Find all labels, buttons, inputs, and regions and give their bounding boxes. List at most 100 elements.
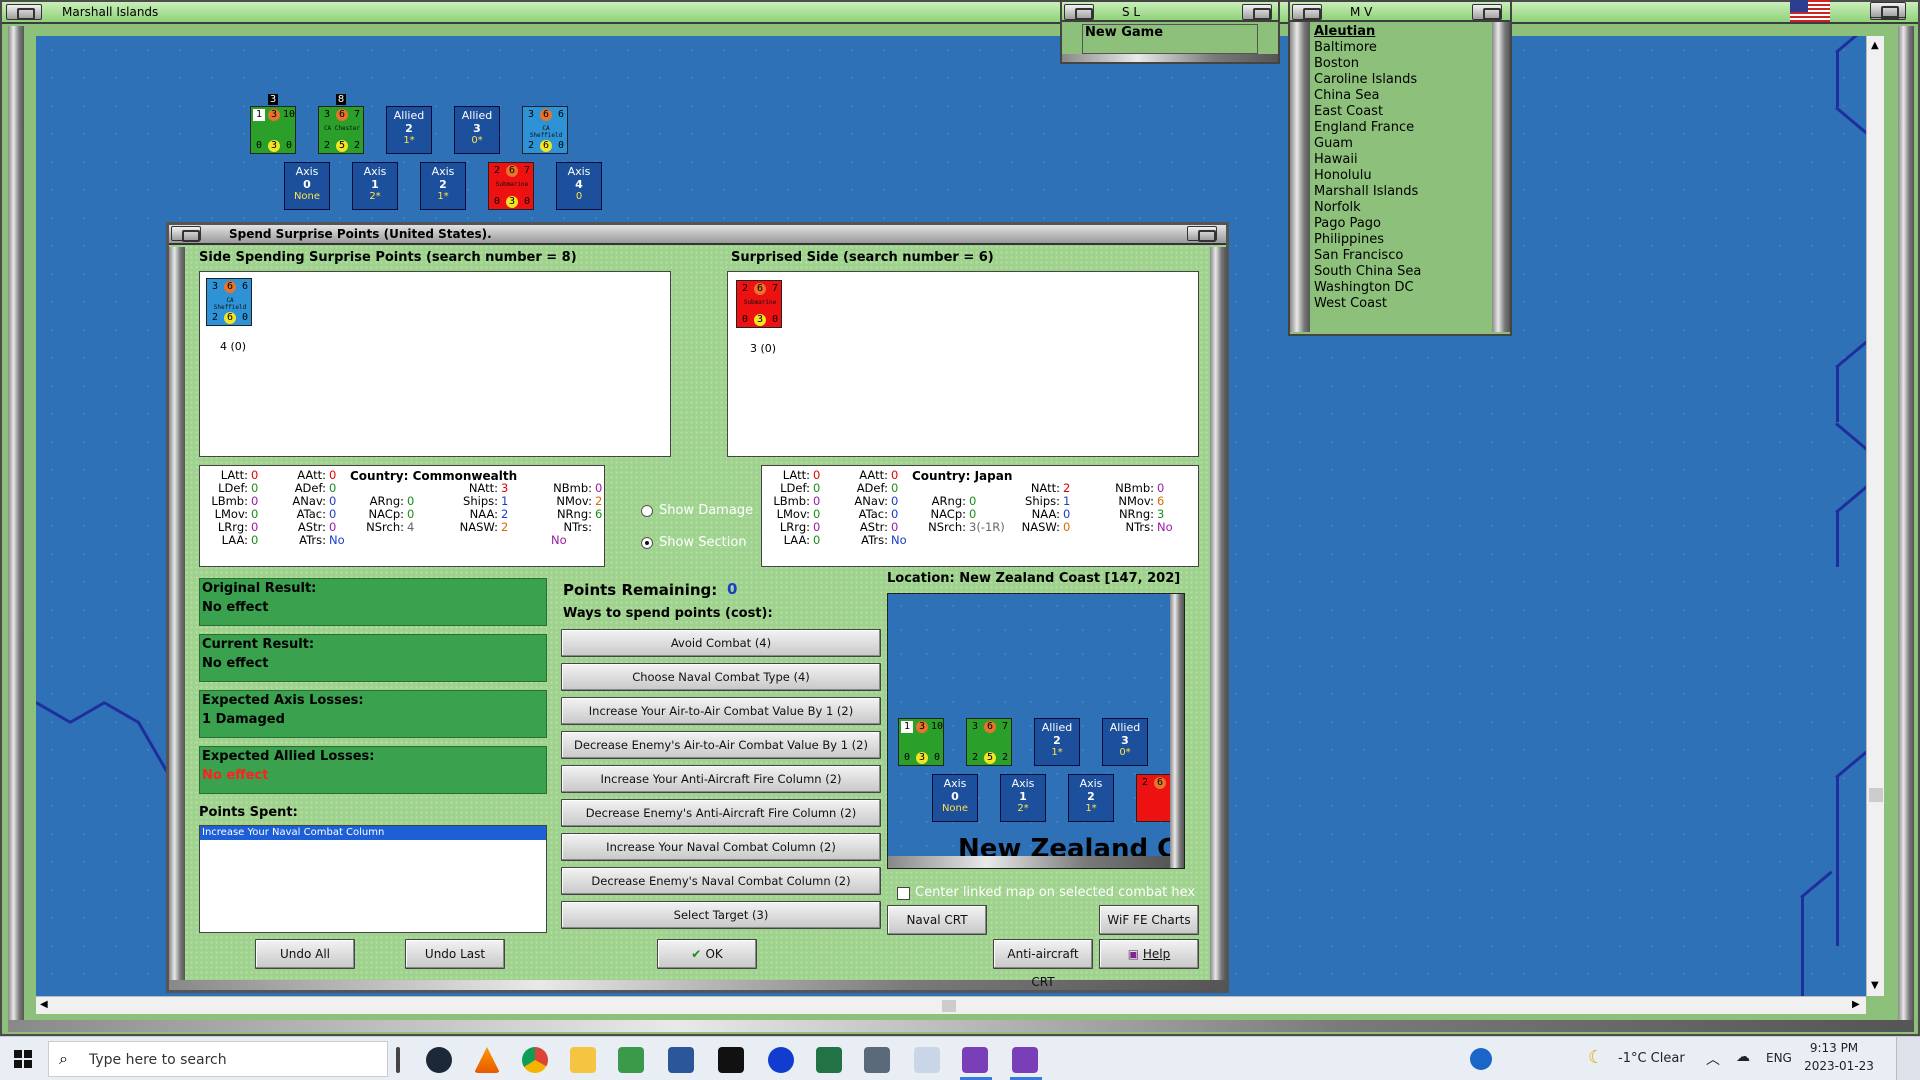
- mv-list-item[interactable]: Norfolk: [1312, 200, 1490, 216]
- help-tray-icon[interactable]: [1470, 1048, 1492, 1070]
- mini-map-box[interactable]: Axis 0 None: [932, 774, 978, 822]
- disney-plus-icon[interactable]: [768, 1047, 794, 1073]
- undo-all-button[interactable]: Undo All: [255, 939, 355, 969]
- center-linked-label[interactable]: Center linked map on selected combat hex: [915, 885, 1195, 900]
- map-restore-button[interactable]: [1870, 2, 1906, 18]
- map-counter-submarine[interactable]: 2 6 7 Submarine 0 3 0: [488, 162, 534, 210]
- mv-list-item[interactable]: Marshall Islands: [1312, 184, 1490, 200]
- unit-counter-ca-sheffield[interactable]: 3 6 6 CA Sheffield 2 6 0: [206, 278, 252, 326]
- mv-list-item[interactable]: South China Sea: [1312, 264, 1490, 280]
- sl-listbox[interactable]: New Game: [1082, 24, 1258, 54]
- spend-option-button[interactable]: Select Target (3): [561, 901, 881, 929]
- word-icon[interactable]: [668, 1047, 694, 1073]
- language-indicator[interactable]: ENG: [1766, 1051, 1792, 1065]
- unit-counter-submarine[interactable]: 2 6 7 Submarine 0 3 0: [736, 280, 782, 328]
- excel-icon[interactable]: [816, 1047, 842, 1073]
- mv-list-item[interactable]: East Coast: [1312, 104, 1490, 120]
- mini-map[interactable]: 1 3 10 0 3 0 3 6 7 2 5 2 Allied 2 1* Allie…: [887, 593, 1185, 869]
- sl-list-item[interactable]: New Game: [1083, 25, 1257, 41]
- clock-time[interactable]: 9:13 PM: [1804, 1041, 1864, 1055]
- weather-text[interactable]: -1°C Clear: [1618, 1051, 1685, 1066]
- help-button[interactable]: ▣ Help: [1099, 939, 1199, 969]
- clock-date[interactable]: 2023-01-23: [1804, 1059, 1874, 1073]
- undo-last-button[interactable]: Undo Last: [405, 939, 505, 969]
- map-counter-ca-sheffield[interactable]: 3 6 6 CA Sheffield 2 6 0: [522, 106, 568, 154]
- mini-map-box[interactable]: Allied 3 0*: [1102, 718, 1148, 766]
- steam-icon[interactable]: [426, 1047, 452, 1073]
- spend-option-button[interactable]: Increase Your Air-to-Air Combat Value By…: [561, 697, 881, 725]
- map-horizontal-scrollbar[interactable]: ◀ ▶: [36, 996, 1866, 1014]
- sl-close-button[interactable]: [1242, 4, 1272, 20]
- mini-map-counter[interactable]: 3 6 7 2 5 2: [966, 718, 1012, 766]
- mini-map-box[interactable]: Axis 2 1*: [1068, 774, 1114, 822]
- mv-system-button[interactable]: [1292, 4, 1322, 20]
- mv-list-item[interactable]: Pago Pago: [1312, 216, 1490, 232]
- scroll-thumb[interactable]: [1869, 788, 1883, 802]
- spend-option-button[interactable]: Increase Your Anti-Aircraft Fire Column …: [561, 765, 881, 793]
- windows-start-icon[interactable]: [14, 1050, 32, 1068]
- dialog-system-button[interactable]: [171, 226, 201, 242]
- mv-list-item[interactable]: China Sea: [1312, 88, 1490, 104]
- h-scroll-thumb[interactable]: [942, 1000, 956, 1012]
- map-allied-box-2[interactable]: Allied 2 1*: [386, 106, 432, 154]
- chevron-up-icon[interactable]: ︿: [1706, 1049, 1720, 1069]
- mini-map-box[interactable]: Axis 1 2*: [1000, 774, 1046, 822]
- spend-option-button[interactable]: Increase Your Naval Combat Column (2): [561, 833, 881, 861]
- map-system-button[interactable]: [6, 4, 42, 20]
- mv-list-item[interactable]: Hawaii: [1312, 152, 1490, 168]
- points-spent-list[interactable]: Increase Your Naval Combat Column: [199, 825, 547, 933]
- surprised-units-panel[interactable]: 2 6 7 Submarine 0 3 0 3 (0): [727, 271, 1199, 457]
- scroll-left-icon[interactable]: ◀: [40, 999, 48, 1010]
- show-section-label[interactable]: Show Section: [659, 535, 747, 550]
- wif-game-icon[interactable]: [962, 1047, 988, 1073]
- calculator-icon[interactable]: [864, 1047, 890, 1073]
- vlc-icon[interactable]: [474, 1047, 500, 1073]
- mini-map-vertical-scrollbar[interactable]: [1170, 594, 1184, 868]
- cloud-icon[interactable]: ☁: [1736, 1049, 1750, 1065]
- map-counter-unit-1[interactable]: 1 3 10 0 3 0: [250, 106, 296, 154]
- mini-map-horizontal-scrollbar[interactable]: [888, 856, 1170, 868]
- points-spent-item[interactable]: Increase Your Naval Combat Column: [200, 826, 546, 840]
- app-window-icon[interactable]: [914, 1047, 940, 1073]
- map-axis-box-1[interactable]: Axis 1 2*: [352, 162, 398, 210]
- show-damage-label[interactable]: Show Damage: [659, 503, 753, 518]
- show-section-radio[interactable]: [641, 537, 653, 549]
- mv-list-item[interactable]: Washington DC: [1312, 280, 1490, 296]
- scroll-down-icon[interactable]: ▼: [1871, 980, 1879, 991]
- spend-option-button[interactable]: Avoid Combat (4): [561, 629, 881, 657]
- mv-list-item[interactable]: Philippines: [1312, 232, 1490, 248]
- netflix-icon[interactable]: [718, 1047, 744, 1073]
- map-axis-box-2[interactable]: Axis 2 1*: [420, 162, 466, 210]
- mv-listbox[interactable]: Aleutian Baltimore Boston Caroline Islands C…: [1312, 24, 1490, 324]
- naval-crt-button[interactable]: Naval CRT: [887, 905, 987, 935]
- ok-button[interactable]: ✔ OK: [657, 939, 757, 969]
- dialog-close-button[interactable]: [1187, 226, 1217, 242]
- wif-game-icon-2[interactable]: [1012, 1047, 1038, 1073]
- notepad-icon[interactable]: [618, 1047, 644, 1073]
- mv-list-item[interactable]: England France: [1312, 120, 1490, 136]
- spend-option-button[interactable]: Choose Naval Combat Type (4): [561, 663, 881, 691]
- show-damage-radio[interactable]: [641, 505, 653, 517]
- mv-list-item[interactable]: West Coast: [1312, 296, 1490, 312]
- task-view-icon[interactable]: [396, 1047, 400, 1073]
- spend-option-button[interactable]: Decrease Enemy's Naval Combat Column (2): [561, 867, 881, 895]
- sl-system-button[interactable]: [1064, 4, 1094, 20]
- mv-list-item[interactable]: Honolulu: [1312, 168, 1490, 184]
- mv-close-button[interactable]: [1472, 4, 1502, 20]
- wif-fe-charts-button[interactable]: WiF FE Charts: [1099, 905, 1199, 935]
- mini-map-counter[interactable]: 1 3 10 0 3 0: [898, 718, 944, 766]
- mv-list-item[interactable]: Aleutian: [1312, 24, 1490, 40]
- anti-aircraft-crt-button[interactable]: Anti-aircraft CRT: [993, 939, 1093, 989]
- spend-option-button[interactable]: Decrease Enemy's Anti-Aircraft Fire Colu…: [561, 799, 881, 827]
- spend-option-button[interactable]: Decrease Enemy's Air-to-Air Combat Value…: [561, 731, 881, 759]
- file-explorer-icon[interactable]: [570, 1047, 596, 1073]
- scroll-up-icon[interactable]: ▲: [1871, 40, 1879, 51]
- scroll-right-icon[interactable]: ▶: [1852, 999, 1860, 1010]
- taskbar-search-box[interactable]: ⌕ Type here to search: [48, 1041, 388, 1077]
- mv-list-item[interactable]: San Francisco: [1312, 248, 1490, 264]
- spending-units-panel[interactable]: 3 6 6 CA Sheffield 2 6 0 4 (0): [199, 271, 671, 457]
- map-allied-box-3[interactable]: Allied 3 0*: [454, 106, 500, 154]
- map-axis-box-0[interactable]: Axis 0 None: [284, 162, 330, 210]
- mv-list-item[interactable]: Caroline Islands: [1312, 72, 1490, 88]
- mv-list-item[interactable]: Guam: [1312, 136, 1490, 152]
